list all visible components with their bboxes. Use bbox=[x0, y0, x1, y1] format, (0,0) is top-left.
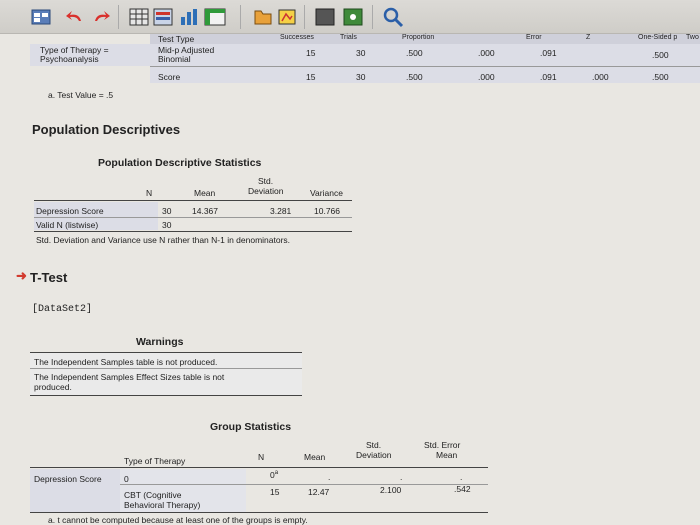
proportion-value: .500 bbox=[406, 48, 423, 58]
test-type-score: Score bbox=[158, 72, 181, 82]
group-row2-se: .542 bbox=[454, 484, 471, 494]
pop-row-depression-std: 3.281 bbox=[270, 206, 292, 216]
red-arrow-icon: ➜ bbox=[16, 268, 27, 283]
pop-header-std-1: Std. bbox=[258, 176, 274, 186]
z-value-2: .091 bbox=[540, 72, 557, 82]
variables-icon[interactable] bbox=[152, 6, 174, 28]
pop-header-std-2: Deviation bbox=[248, 186, 284, 196]
one-sided-p-value-2: .500 bbox=[652, 72, 669, 82]
binomial-test-table: Test Type Successes Trials Proportion Er… bbox=[30, 34, 700, 84]
group-row1-type: 0 bbox=[124, 474, 129, 484]
footnote-marker: a bbox=[274, 470, 279, 477]
spreadsheet-icon[interactable] bbox=[30, 6, 52, 28]
warning-2-line-2: produced. bbox=[34, 382, 72, 392]
group-row2-mean: 12.47 bbox=[308, 487, 330, 497]
group-header-n: N bbox=[258, 452, 265, 462]
group-row2-type-line-1: CBT (Cognitive bbox=[124, 490, 182, 500]
bar-chart-icon[interactable] bbox=[178, 6, 200, 28]
trials-value: 30 bbox=[356, 48, 366, 58]
group-header-se-2: Mean bbox=[436, 450, 458, 460]
population-descriptives-title: Population Descriptives bbox=[32, 122, 181, 137]
binomial-footnote: a. Test Value = .5 bbox=[48, 90, 114, 100]
group-footnote: a. t cannot be computed because at least… bbox=[48, 515, 308, 525]
warnings-title: Warnings bbox=[136, 336, 184, 348]
pop-row-depression-variance: 10.766 bbox=[314, 206, 340, 216]
pop-header-mean: Mean bbox=[194, 188, 216, 198]
error-value-2: .000 bbox=[478, 72, 495, 82]
header-successes: Successes bbox=[280, 34, 314, 41]
toolbar bbox=[0, 0, 700, 34]
data-grid-icon[interactable] bbox=[128, 6, 150, 28]
warning-2-line-1: The Independent Samples Effect Sizes tab… bbox=[34, 372, 225, 382]
pop-row-depression-label: Depression Score bbox=[36, 206, 104, 216]
warning-1: The Independent Samples table is not pro… bbox=[34, 357, 218, 367]
pop-header-n: N bbox=[146, 188, 153, 198]
pop-row-valid-n: 30 bbox=[162, 220, 172, 230]
population-table-title: Population Descriptive Statistics bbox=[98, 157, 262, 169]
header-proportion: Proportion bbox=[402, 34, 435, 41]
stop-icon[interactable] bbox=[314, 6, 336, 28]
header-z: Z bbox=[586, 34, 591, 41]
pop-row-depression-n: 30 bbox=[162, 206, 172, 216]
group-header-type: Type of Therapy bbox=[124, 456, 186, 466]
successes-value: 15 bbox=[306, 48, 316, 58]
extra-value-2: .000 bbox=[592, 72, 609, 82]
group-row1-mean: . bbox=[328, 472, 331, 482]
group-row1-std: . bbox=[400, 472, 403, 482]
header-trials: Trials bbox=[340, 34, 357, 41]
test-type-mid-p: Mid-p Adjusted Binomial bbox=[158, 45, 215, 64]
proportion-value-2: .500 bbox=[406, 72, 423, 82]
header-one-sided-p: One-Sided p bbox=[638, 34, 678, 41]
group-header-mean: Mean bbox=[304, 452, 326, 462]
trials-value-2: 30 bbox=[356, 72, 366, 82]
undo-icon[interactable] bbox=[64, 6, 86, 28]
successes-value-2: 15 bbox=[306, 72, 316, 82]
pop-footnote: Std. Deviation and Variance use N rather… bbox=[36, 235, 291, 245]
pop-header-variance: Variance bbox=[310, 188, 343, 198]
pivot-icon[interactable] bbox=[204, 6, 226, 28]
z-value: .091 bbox=[540, 48, 557, 58]
group-row1-se: . bbox=[460, 472, 463, 482]
pop-row-valid-label: Valid N (listwise) bbox=[36, 220, 99, 230]
group-statistics-title: Group Statistics bbox=[210, 421, 292, 433]
spss-output-viewer: Test Type Successes Trials Proportion Er… bbox=[0, 0, 700, 525]
group-row1-n: 0a bbox=[270, 470, 279, 480]
group-header-std-2: Deviation bbox=[356, 450, 392, 460]
group-row2-std: 2.100 bbox=[380, 485, 402, 495]
dataset-label: [DataSet2] bbox=[32, 304, 93, 315]
pop-row-depression-mean: 14.367 bbox=[192, 206, 218, 216]
group-header-se-1: Std. Error bbox=[424, 440, 461, 450]
export-icon[interactable] bbox=[252, 6, 274, 28]
error-value: .000 bbox=[478, 48, 495, 58]
chart-editor-icon[interactable] bbox=[276, 6, 298, 28]
group-row2-type-line-2: Behavioral Therapy) bbox=[124, 500, 201, 510]
redo-icon[interactable] bbox=[90, 6, 112, 28]
group-label: Type of Therapy = Psychoanalysis bbox=[40, 45, 109, 64]
search-icon[interactable] bbox=[382, 6, 404, 28]
one-sided-p-value: .500 bbox=[652, 50, 669, 60]
group-header-std-1: Std. bbox=[366, 440, 382, 450]
group-row2-n: 15 bbox=[270, 487, 280, 497]
header-two-sided-p: Two bbox=[686, 34, 699, 41]
header-error: Error bbox=[526, 34, 542, 41]
run-icon[interactable] bbox=[342, 6, 364, 28]
group-row-label: Depression Score bbox=[34, 474, 102, 484]
header-test-type: Test Type bbox=[158, 34, 195, 44]
t-test-title: T-Test bbox=[30, 270, 68, 285]
